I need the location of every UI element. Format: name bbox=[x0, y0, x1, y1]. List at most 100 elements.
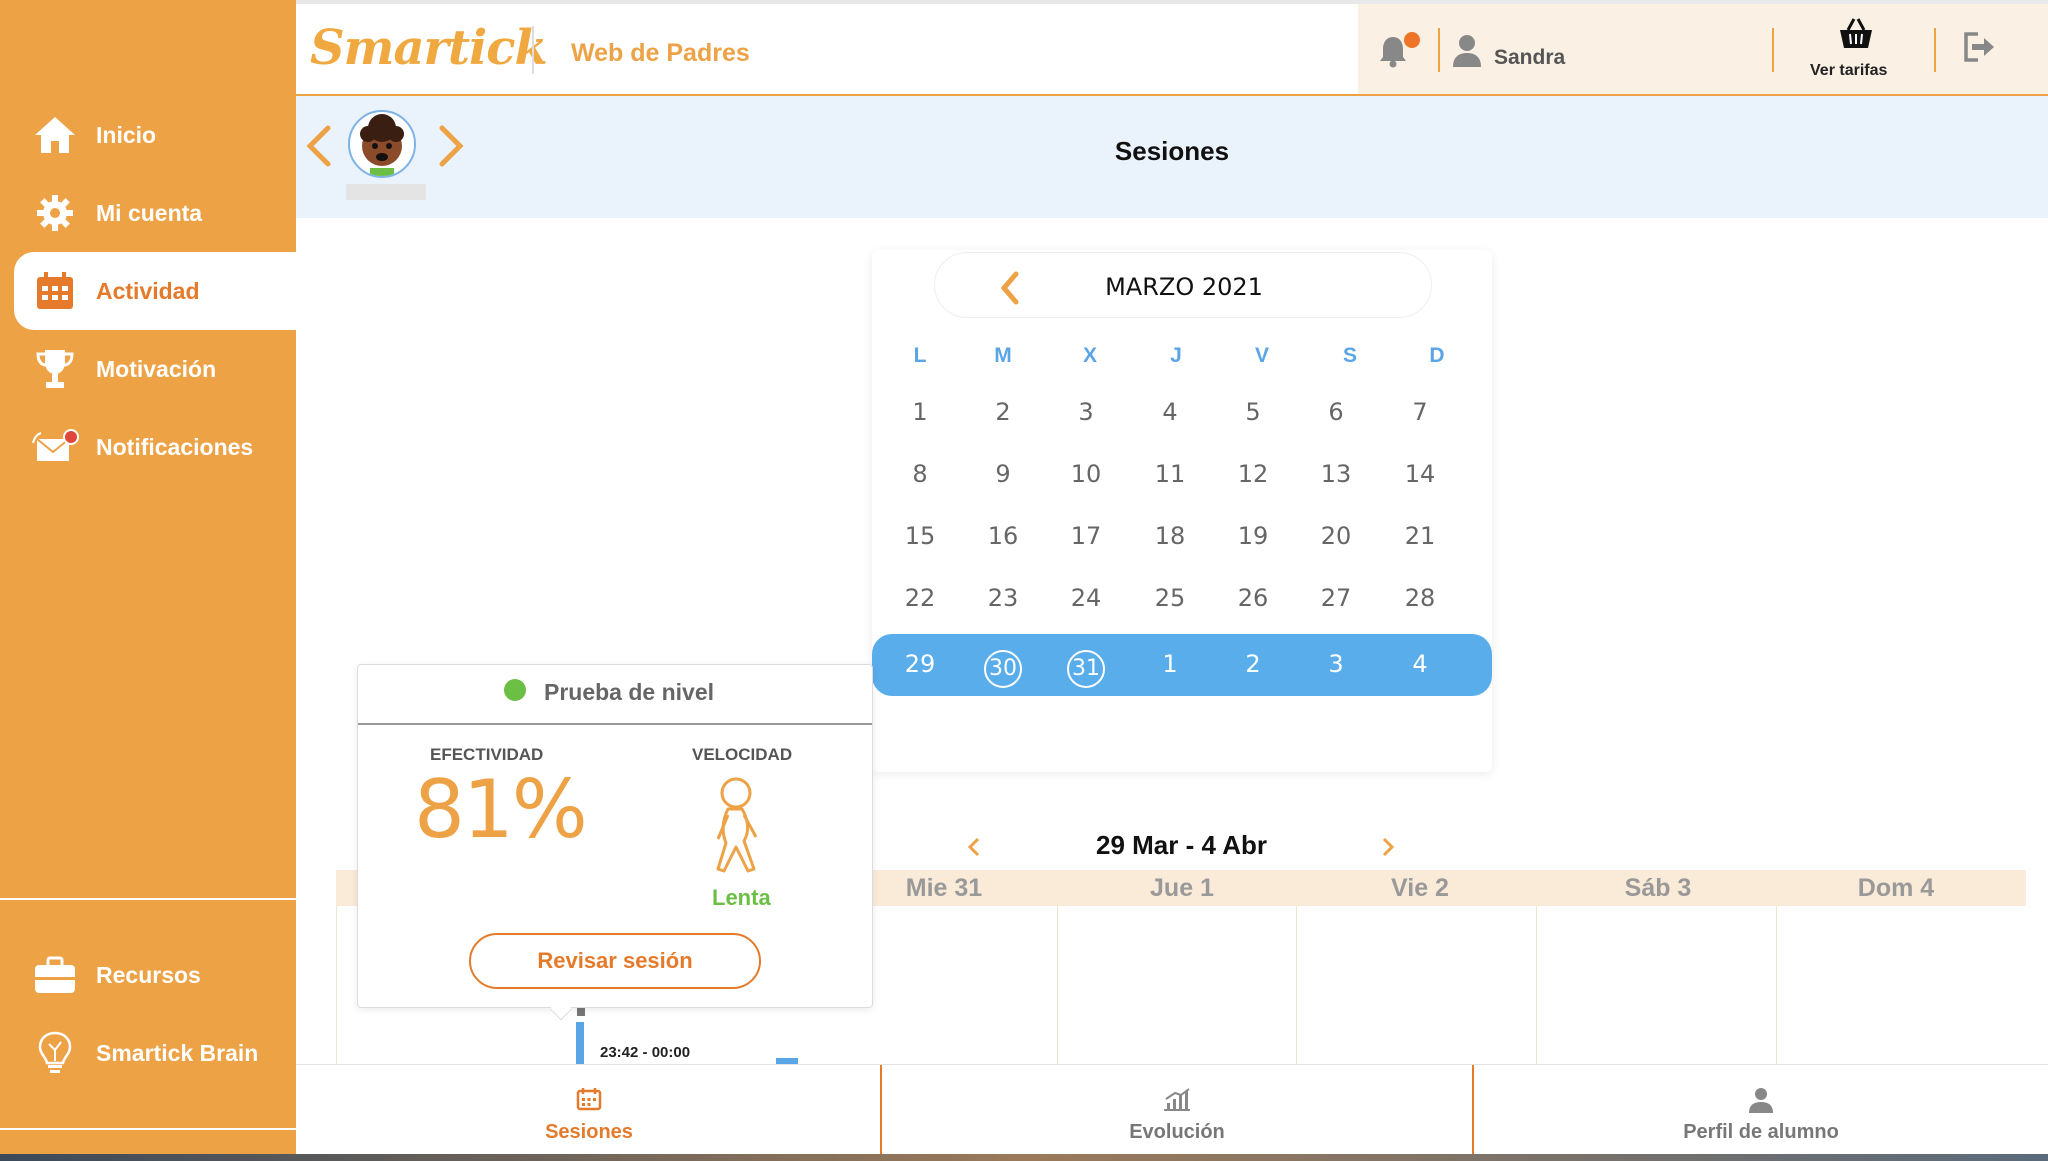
home-icon bbox=[28, 108, 82, 162]
calendar-day[interactable]: 6 bbox=[1294, 398, 1378, 426]
effectiveness-label: EFECTIVIDAD bbox=[430, 745, 544, 764]
weekday-label: L bbox=[913, 344, 927, 367]
sidebar-item-smartick-brain[interactable]: Smartick Brain bbox=[14, 1014, 296, 1092]
status-dot bbox=[504, 679, 526, 701]
sidebar-item-actividad[interactable]: Actividad bbox=[14, 252, 296, 330]
calendar-day[interactable]: 21 bbox=[1378, 522, 1462, 550]
tab-evolucion[interactable]: Evolución bbox=[882, 1065, 1472, 1161]
tab-label: Evolución bbox=[1129, 1121, 1225, 1143]
calendar-day[interactable]: 25 bbox=[1128, 584, 1212, 612]
header-divider bbox=[1438, 28, 1440, 72]
ver-tarifas-link[interactable]: Ver tarifas bbox=[1810, 62, 1887, 80]
walking-person-icon bbox=[708, 777, 764, 882]
weekday-label: X bbox=[1082, 344, 1097, 367]
calendar-day[interactable]: 5 bbox=[1211, 398, 1295, 426]
week-column-divider bbox=[1536, 906, 1537, 1066]
calendar-day[interactable]: 4 bbox=[1378, 650, 1462, 678]
header-user-area: Sandra Ver tarifas bbox=[1358, 4, 2048, 94]
calendar-day[interactable]: 12 bbox=[1211, 460, 1295, 488]
calendar-day-number: 14 bbox=[1404, 460, 1436, 488]
sidebar-divider bbox=[0, 1128, 296, 1130]
tab-sesiones[interactable]: Sesiones bbox=[296, 1065, 882, 1161]
month-calendar: MARZO 2021 L M X J V S D 1 2 3 4 5 6 7 8 9 10 11 12… bbox=[872, 250, 1492, 772]
sidebar: Inicio Mi cuenta Actividad Motivación No… bbox=[0, 0, 296, 1161]
calendar-day-number: 2 bbox=[1245, 650, 1261, 678]
calendar-day[interactable]: 4 bbox=[1128, 398, 1212, 426]
calendar-day[interactable]: 7 bbox=[1378, 398, 1462, 426]
calendar-day[interactable]: 16 bbox=[961, 522, 1045, 550]
header: Smartick Web de Padres Sandra Ver tarifa… bbox=[296, 4, 2048, 96]
speed-value: Lenta bbox=[712, 885, 771, 910]
sidebar-item-label: Mi cuenta bbox=[96, 199, 203, 226]
calendar-day[interactable]: 28 bbox=[1378, 584, 1462, 612]
calendar-day[interactable]: 11 bbox=[1128, 460, 1212, 488]
weekday-label: D bbox=[1429, 344, 1445, 367]
basket-icon[interactable] bbox=[1836, 16, 1876, 57]
calendar-day-number: 20 bbox=[1320, 522, 1352, 550]
calendar-day[interactable]: 1 bbox=[878, 398, 962, 426]
logout-icon[interactable] bbox=[1962, 30, 1996, 69]
session-event[interactable]: 23:42 - 00:00 bbox=[576, 1022, 816, 1066]
next-week-arrow-icon[interactable] bbox=[1380, 836, 1396, 863]
calendar-day[interactable]: 3 bbox=[1044, 398, 1128, 426]
calendar-day[interactable]: 29 bbox=[878, 650, 962, 678]
calendar-day[interactable]: 22 bbox=[878, 584, 962, 612]
calendar-day-number: 27 bbox=[1320, 584, 1352, 612]
calendar-day-number: 23 bbox=[987, 584, 1019, 612]
sidebar-item-inicio[interactable]: Inicio bbox=[14, 96, 296, 174]
calendar-day[interactable]: 10 bbox=[1044, 460, 1128, 488]
header-title: Web de Padres bbox=[571, 39, 750, 67]
calendar-day[interactable]: 9 bbox=[961, 460, 1045, 488]
review-session-button[interactable]: Revisar sesión bbox=[469, 933, 761, 989]
sidebar-item-label: Recursos bbox=[96, 961, 201, 988]
calendar-day-number: 25 bbox=[1154, 584, 1186, 612]
calendar-day[interactable]: 26 bbox=[1211, 584, 1295, 612]
sidebar-item-label: Smartick Brain bbox=[96, 1039, 259, 1066]
calendar-day[interactable]: 20 bbox=[1294, 522, 1378, 550]
calendar-day-number: 9 bbox=[995, 460, 1011, 488]
calendar-day-number: 10 bbox=[1070, 460, 1102, 488]
sidebar-item-notificaciones[interactable]: Notificaciones bbox=[14, 408, 296, 486]
calendar-day[interactable]: 24 bbox=[1044, 584, 1128, 612]
calendar-day[interactable]: 19 bbox=[1211, 522, 1295, 550]
calendar-day[interactable]: 1 bbox=[1128, 650, 1212, 678]
calendar-day[interactable]: 18 bbox=[1128, 522, 1212, 550]
calendar-day[interactable]: 15 bbox=[878, 522, 962, 550]
calendar-day-number: 1 bbox=[1162, 650, 1178, 678]
briefcase-icon bbox=[28, 948, 82, 1002]
prev-week-arrow-icon[interactable] bbox=[966, 836, 982, 863]
calendar-day[interactable]: 31 bbox=[1044, 650, 1128, 688]
effectiveness-value: 81% bbox=[414, 763, 588, 856]
calendar-month: MARZO 2021 bbox=[1105, 273, 1263, 301]
user-name[interactable]: Sandra bbox=[1494, 46, 1565, 70]
week-range: 29 Mar - 4 Abr bbox=[1096, 830, 1267, 860]
tab-perfil-de-alumno[interactable]: Perfil de alumno bbox=[1474, 1065, 2048, 1161]
app-root: Inicio Mi cuenta Actividad Motivación No… bbox=[0, 0, 2048, 1161]
calendar-day[interactable]: 30 bbox=[961, 650, 1045, 688]
sidebar-item-mi-cuenta[interactable]: Mi cuenta bbox=[14, 174, 296, 252]
smartick-logo[interactable]: Smartick bbox=[310, 20, 548, 76]
calendar-day[interactable]: 2 bbox=[961, 398, 1045, 426]
sidebar-item-label: Motivación bbox=[96, 355, 217, 382]
calendar-day[interactable]: 17 bbox=[1044, 522, 1128, 550]
tab-label: Sesiones bbox=[545, 1121, 633, 1143]
sidebar-item-label: Actividad bbox=[96, 277, 200, 304]
calendar-day-number: 13 bbox=[1320, 460, 1352, 488]
sidebar-item-recursos[interactable]: Recursos bbox=[14, 936, 296, 1014]
calendar-day[interactable]: 13 bbox=[1294, 460, 1378, 488]
session-time: 23:42 - 00:00 bbox=[600, 1044, 691, 1061]
calendar-day-number: 4 bbox=[1162, 398, 1178, 426]
calendar-day[interactable]: 2 bbox=[1211, 650, 1295, 678]
calendar-day-number: 15 bbox=[904, 522, 936, 550]
calendar-day[interactable]: 8 bbox=[878, 460, 962, 488]
user-icon bbox=[1452, 34, 1482, 73]
calendar-day[interactable]: 27 bbox=[1294, 584, 1378, 612]
calendar-day[interactable]: 3 bbox=[1294, 650, 1378, 678]
calendar-day[interactable]: 14 bbox=[1378, 460, 1462, 488]
header-divider bbox=[1772, 28, 1774, 72]
bottom-tabs: Sesiones Evolución Perfil de alumno bbox=[296, 1064, 2048, 1161]
sidebar-item-motivacion[interactable]: Motivación bbox=[14, 330, 296, 408]
sidebar-item-label: Notificaciones bbox=[96, 433, 254, 460]
calendar-day[interactable]: 23 bbox=[961, 584, 1045, 612]
student-name-placeholder bbox=[346, 184, 426, 200]
